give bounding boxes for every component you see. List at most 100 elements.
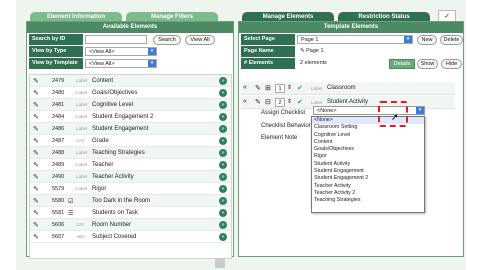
add-arrow-icon[interactable]: » (219, 113, 227, 121)
list-item[interactable]: ✎ 2486 Label Student Engagement » (30, 123, 231, 135)
search-button[interactable]: Search (153, 35, 181, 45)
available-elements-title: Available Elements (27, 22, 233, 33)
edit-pencil-icon[interactable]: ✎ (33, 77, 39, 85)
add-arrow-icon[interactable]: » (219, 77, 227, 85)
list-item[interactable]: ✎ 2488 Label Teaching Strategies » (30, 147, 231, 159)
dropdown-option[interactable]: Cognitive Level (312, 132, 424, 139)
view-by-type-value: <View All> (89, 49, 115, 55)
element-name: Cognitive Level (92, 102, 134, 108)
list-item[interactable]: ✎ 2480 Label Goals/Objectives » (30, 87, 231, 99)
chevron-down-icon: ▾ (148, 60, 156, 67)
list-item[interactable]: ✎ 2481 Label Cognitive Level » (30, 99, 231, 111)
view-by-type-select[interactable]: <View All> ▾ (85, 47, 157, 56)
list-item[interactable]: ✎ 5581 ☰ Students on Task» (30, 207, 231, 219)
edit-pencil-icon[interactable]: ✎ (33, 101, 39, 109)
new-page-button[interactable]: New (417, 35, 437, 45)
dropdown-option[interactable]: Rigor (312, 153, 424, 160)
grid-icon[interactable]: ⊞ (265, 84, 271, 92)
dropdown-option[interactable]: Student Engagement 2 (312, 175, 424, 182)
edit-pencil-icon[interactable]: ✎ (33, 113, 39, 121)
dropdown-option[interactable]: Content (312, 139, 424, 146)
order-stepper[interactable]: 1 (275, 84, 285, 93)
add-arrow-icon[interactable]: » (219, 209, 227, 217)
element-type: Label (76, 90, 88, 95)
edit-pencil-icon[interactable]: ✎ (33, 233, 39, 241)
edit-pencil-icon[interactable]: ✎ (33, 161, 39, 169)
resize-grip[interactable] (215, 258, 225, 268)
assign-checklist-select[interactable]: <None> ▾ (313, 106, 425, 115)
edit-pencil-icon[interactable]: ✎ (33, 89, 39, 97)
list-item[interactable]: ✎ 5580 ☑ Too Dark in the Room» (30, 195, 231, 207)
list-item[interactable]: ✎ 2484 Label Student Engagement 2 » (30, 111, 231, 123)
grid-icon[interactable]: ⊟ (265, 98, 271, 106)
checkbox-icon: ☑ (68, 199, 74, 205)
available-elements-list: ✎ 2479 Label Content » ✎ 2480 Label Goals/Objec… (29, 74, 232, 259)
edit-pencil-icon[interactable]: ✎ (33, 185, 39, 193)
add-arrow-icon[interactable]: » (219, 161, 227, 169)
list-item[interactable]: ✎ 2479 Label Content » (30, 75, 231, 87)
list-item[interactable]: ✎ 5607 ABC Subject Covered » (30, 231, 231, 243)
add-arrow-icon[interactable]: » (219, 173, 227, 181)
list-item[interactable]: ✎ 5606 123 Room Number » (30, 219, 231, 231)
template-row[interactable]: « ✎ ⊞ 1 ⇕ ✔ Label Classroom (241, 82, 455, 95)
edit-pencil-icon[interactable]: ✎ (33, 125, 39, 133)
view-all-button[interactable]: View All (185, 35, 215, 45)
hide-details-button[interactable]: Hide (441, 59, 462, 69)
edit-pencil-icon[interactable]: ✎ (33, 209, 39, 217)
delete-page-button[interactable]: Delete (440, 35, 463, 45)
add-arrow-icon[interactable]: » (219, 197, 227, 205)
element-name: Rigor (92, 186, 107, 192)
select-page-select[interactable]: Page 1 ▾ (297, 35, 413, 44)
add-arrow-icon[interactable]: » (219, 101, 227, 109)
element-type: Label (311, 86, 323, 91)
add-arrow-icon[interactable]: » (219, 149, 227, 157)
remove-arrow-icon[interactable]: « (243, 98, 247, 105)
add-arrow-icon[interactable]: » (219, 185, 227, 193)
list-item[interactable]: ✎ 2489 Label Teacher » (30, 159, 231, 171)
edit-pencil-icon[interactable]: ✎ (33, 197, 39, 205)
dropdown-option[interactable]: Student Engagement (312, 168, 424, 175)
edit-pencil-icon[interactable]: ✎ (33, 173, 39, 181)
element-type: Label (76, 162, 88, 167)
edit-pencil-icon[interactable]: ✎ (255, 84, 261, 92)
details-label: Details (389, 59, 415, 69)
element-type: Label (76, 78, 88, 83)
dropdown-option[interactable]: Teacher Activity 2 (312, 190, 424, 197)
stepper-arrows-icon[interactable]: ⇕ (287, 84, 292, 91)
element-name: Goals/Objectives (92, 90, 138, 96)
dropdown-option[interactable]: Student Activity (312, 161, 424, 168)
add-arrow-icon[interactable]: » (219, 221, 227, 229)
element-id: 2490 (52, 174, 65, 180)
element-id: 2484 (52, 114, 65, 120)
edit-pencil-icon[interactable]: ✎ (255, 98, 261, 106)
show-details-button[interactable]: Show (417, 59, 438, 69)
list-item[interactable]: ✎ 2487 VAC Grade » (30, 135, 231, 147)
edit-pencil-icon[interactable]: ✎ (33, 137, 39, 145)
app-window: Element Information Manage Filters Manag… (16, 0, 466, 270)
list-item[interactable]: ✎ 2490 Label Teacher Activity » (30, 171, 231, 183)
order-stepper[interactable]: 2 (275, 98, 285, 107)
dropdown-option[interactable]: Teaching Strategies (312, 197, 424, 204)
add-arrow-icon[interactable]: » (219, 233, 227, 241)
element-type: Label (76, 150, 88, 155)
remove-arrow-icon[interactable]: « (243, 84, 247, 91)
stepper-arrows-icon[interactable]: ⇕ (287, 98, 292, 105)
view-by-template-select[interactable]: <View All> ▾ (85, 59, 157, 68)
dropdown-option[interactable]: Teacher Activity (312, 183, 424, 190)
search-row: Search by ID Search View All (27, 34, 233, 45)
select-page-value: Page 1 (301, 37, 319, 43)
page-name-field[interactable]: ✎ Page 1 (297, 47, 413, 56)
view-by-template-label: View by Template (29, 58, 83, 69)
list-item[interactable]: ✎ 5579 Label Rigor » (30, 183, 231, 195)
dropdown-option[interactable]: Goals/Objectives (312, 146, 424, 153)
assign-checklist-value: <None> (317, 108, 337, 114)
element-type: Label (76, 126, 88, 131)
add-arrow-icon[interactable]: » (219, 137, 227, 145)
checklist-icon: ☰ (68, 211, 74, 217)
element-name: Students on Task (92, 210, 138, 216)
search-id-input[interactable] (85, 35, 147, 44)
add-arrow-icon[interactable]: » (219, 125, 227, 133)
add-arrow-icon[interactable]: » (219, 89, 227, 97)
edit-pencil-icon[interactable]: ✎ (33, 149, 39, 157)
edit-pencil-icon[interactable]: ✎ (33, 221, 39, 229)
